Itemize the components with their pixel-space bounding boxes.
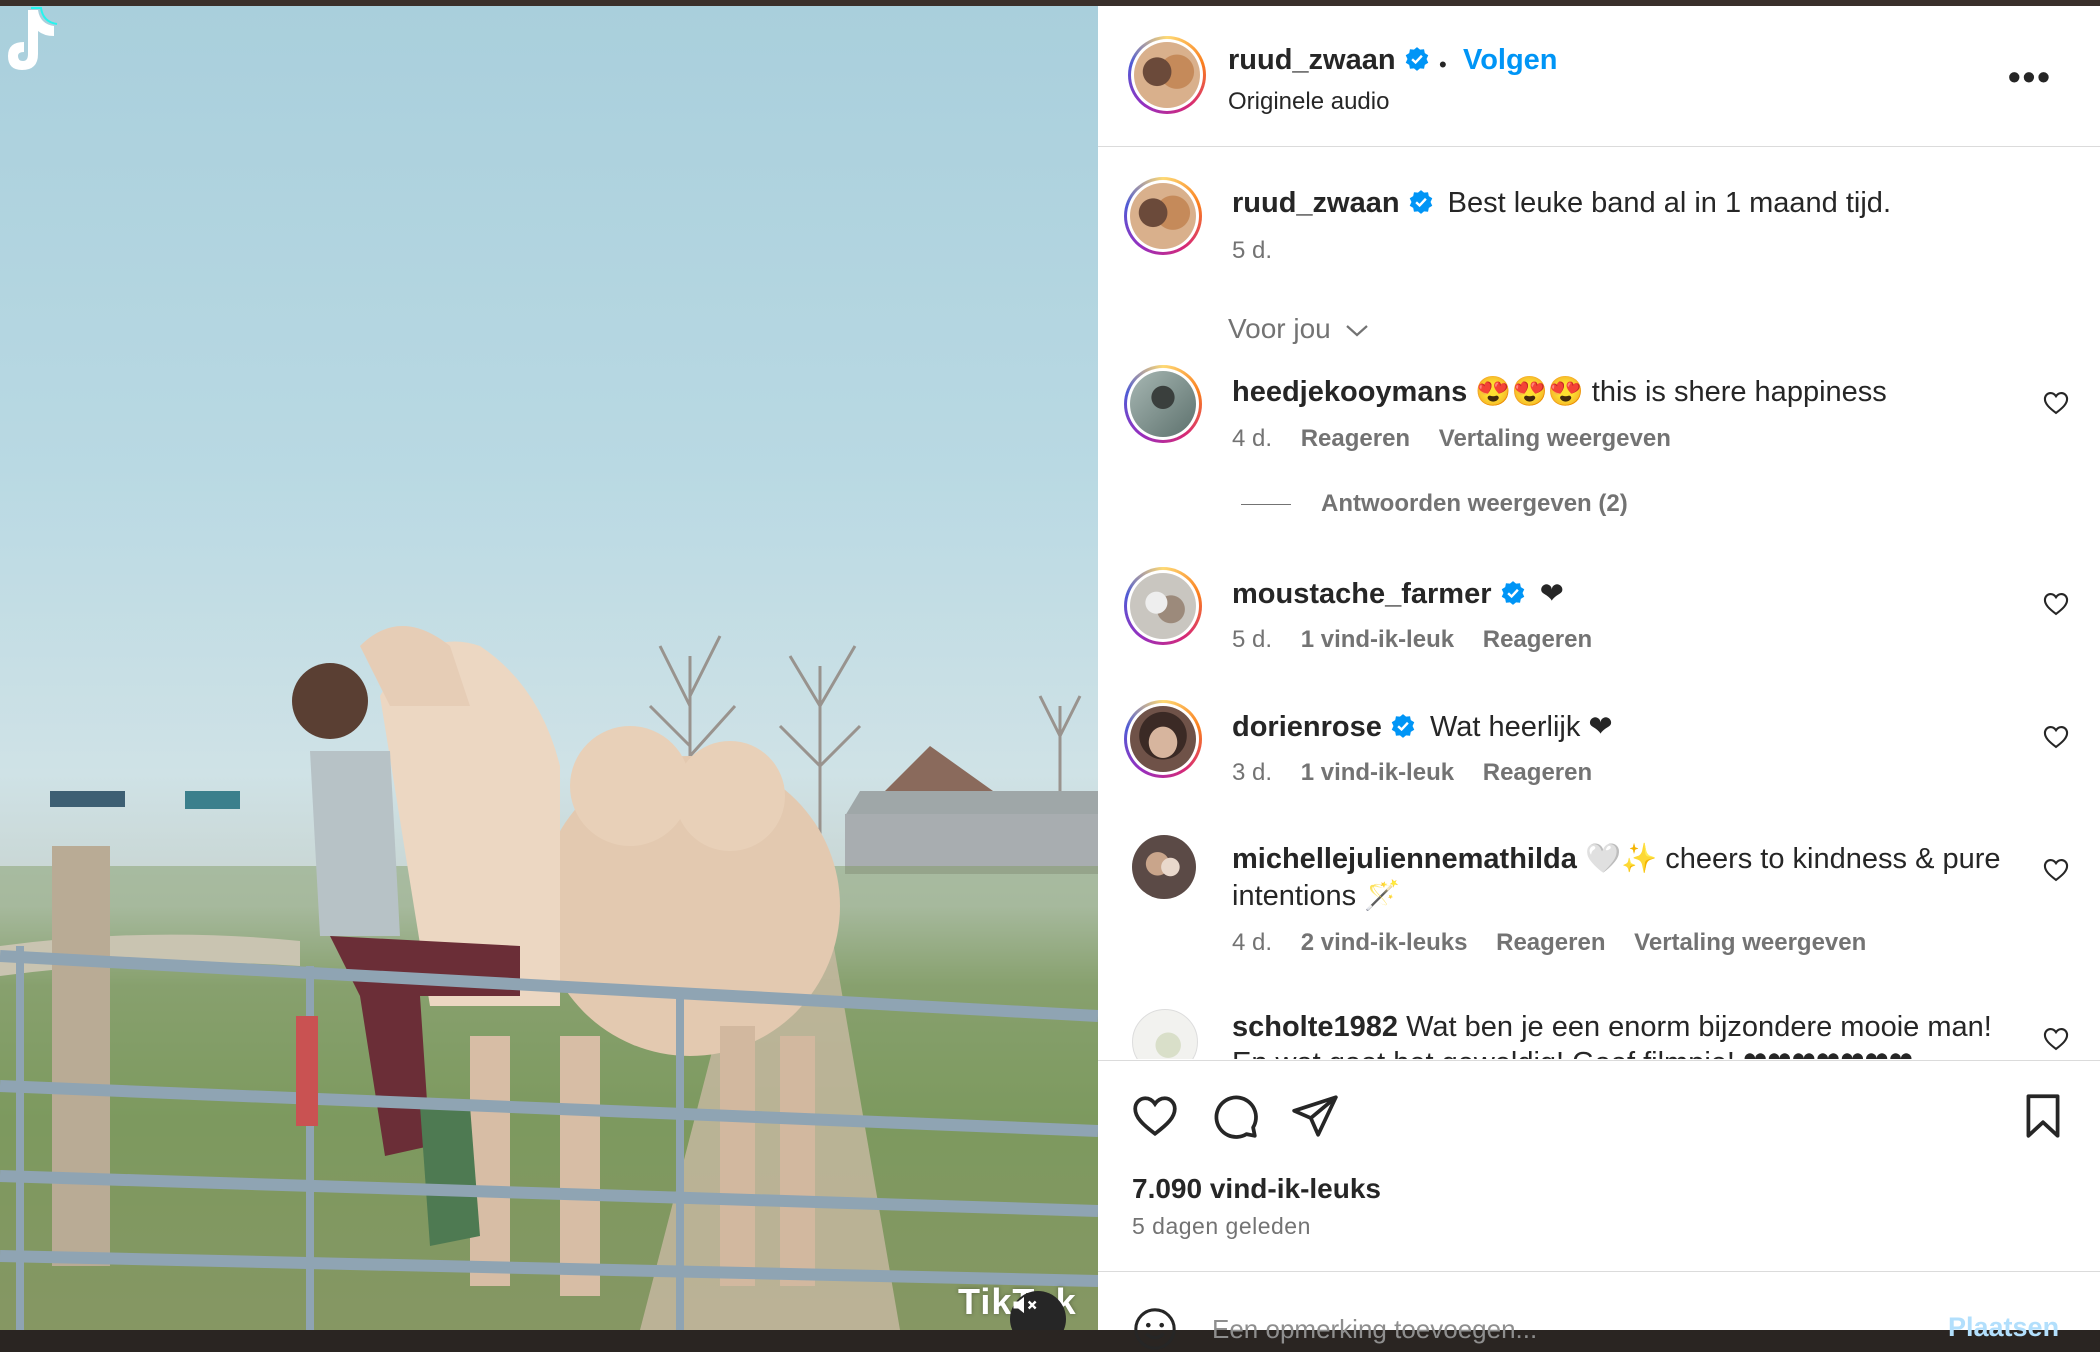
add-comment-bar: Een opmerking toevoegen... Plaatsen	[1098, 1271, 2100, 1350]
caption-time-text: 5 d.	[1232, 237, 1273, 264]
comment-username[interactable]: michellejuliennemathilda	[1232, 843, 1577, 875]
post-date: 5 dagen geleden	[1132, 1213, 1311, 1239]
comment-time: 5 d.	[1232, 626, 1273, 653]
comment-username[interactable]: heedjekooymans	[1232, 376, 1467, 408]
comment-meta: 5 d. 1 vind-ik-leuk Reageren	[1232, 626, 1614, 654]
comment-username[interactable]: moustache_farmer	[1232, 578, 1492, 610]
comment-body: ❤	[1539, 578, 1564, 610]
post-header: ruud_zwaan • Volgen Originele audio •••	[1098, 6, 2100, 147]
comment-likes-count[interactable]: 2 vind-ik-leuks	[1301, 929, 1468, 956]
comment-text: michellejuliennemathilda 🤍✨ cheers to ki…	[1232, 842, 2001, 876]
comment-text-continued: En wat gaat het geweldig! Gaaf filmpje! …	[1232, 1045, 1913, 1059]
comment-like-heart-icon[interactable]	[2042, 590, 2070, 618]
comment-body: 😍😍😍 this is shere happiness	[1475, 376, 1887, 408]
reply-button[interactable]: Reageren	[1483, 626, 1592, 653]
follow-button[interactable]: Volgen	[1463, 44, 1558, 77]
comment-time: 3 d.	[1232, 759, 1273, 786]
caption-text: ruud_zwaan Best leuke band al in 1 maand…	[1232, 187, 1891, 220]
video-frame-illustration	[0, 626, 1098, 1330]
comment-meta: 4 d. Reageren Vertaling weergeven	[1232, 425, 1693, 453]
comment-likes-count[interactable]: 1 vind-ik-leuk	[1301, 626, 1454, 653]
translate-button[interactable]: Vertaling weergeven	[1634, 929, 1866, 956]
comment-time: 4 d.	[1232, 425, 1273, 452]
emoji-picker-icon[interactable]	[1132, 1306, 1178, 1352]
tiktok-icon	[8, 7, 58, 70]
share-send-icon[interactable]	[1290, 1091, 1340, 1141]
caption-time: 5 d.	[1232, 237, 1294, 265]
more-options-button[interactable]: •••	[2008, 56, 2052, 98]
comment-filter-dropdown[interactable]: Voor jou	[1228, 313, 1369, 345]
comment-time: 4 d.	[1232, 929, 1273, 956]
comment-text: heedjekooymans 😍😍😍 this is shere happine…	[1232, 375, 1887, 409]
post-comment-button[interactable]: Plaatsen	[1948, 1312, 2059, 1343]
comment-text: dorienrose Wat heerlijk ❤	[1232, 709, 1613, 744]
comment-likes-count[interactable]: 1 vind-ik-leuk	[1301, 759, 1454, 786]
post-media-video[interactable]: TikTok	[0, 6, 1098, 1330]
comment-avatar[interactable]	[1124, 365, 1202, 443]
caption-avatar[interactable]	[1124, 177, 1202, 255]
speaker-muted-icon	[1013, 1296, 1037, 1314]
translate-button[interactable]: Vertaling weergeven	[1439, 425, 1671, 452]
comment-like-heart-icon[interactable]	[2042, 723, 2070, 751]
comment-avatar[interactable]	[1124, 567, 1202, 645]
comment-avatar[interactable]	[1124, 700, 1202, 778]
reply-button[interactable]: Reageren	[1301, 425, 1410, 452]
comment-username[interactable]: scholte1982	[1232, 1011, 1398, 1043]
verified-badge-icon	[1409, 190, 1432, 214]
comment-meta: 3 d. 1 vind-ik-leuk Reageren	[1232, 759, 1614, 787]
author-avatar[interactable]	[1128, 36, 1206, 114]
save-bookmark-icon[interactable]	[2018, 1091, 2068, 1141]
view-replies-label: Antwoorden weergeven (2)	[1321, 490, 1628, 517]
post-actions-bar: 7.090 vind-ik-leuks 5 dagen geleden	[1098, 1060, 2100, 1277]
comment-bubble-icon[interactable]	[1210, 1091, 1260, 1141]
verified-badge-icon	[1501, 581, 1524, 605]
comment-body: Wat heerlijk ❤	[1429, 711, 1613, 743]
like-heart-icon[interactable]	[1130, 1091, 1180, 1141]
audio-label[interactable]: Originele audio	[1228, 88, 1389, 116]
caption-username[interactable]: ruud_zwaan	[1232, 187, 1400, 219]
comment-body: Wat ben je een enorm bijzondere mooie ma…	[1406, 1011, 1992, 1043]
separator-dot: •	[1439, 52, 1447, 77]
post-side-panel: ruud_zwaan • Volgen Originele audio ••• …	[1098, 6, 2100, 1350]
comment-text: moustache_farmer ❤	[1232, 576, 1564, 611]
replies-divider	[1241, 504, 1291, 506]
comments-list[interactable]: ruud_zwaan Best leuke band al in 1 maand…	[1098, 147, 2100, 1059]
comment-filter-label: Voor jou	[1228, 313, 1331, 344]
verified-badge-icon	[1391, 714, 1415, 738]
comment-avatar[interactable]	[1132, 835, 1196, 899]
view-replies-button[interactable]: Antwoorden weergeven (2)	[1241, 490, 1628, 518]
chevron-down-icon	[1345, 325, 1368, 337]
author-username[interactable]: ruud_zwaan	[1228, 44, 1430, 77]
comment-body: 🤍✨ cheers to kindness & pure	[1584, 843, 2001, 875]
comment-text: scholte1982 Wat ben je een enorm bijzond…	[1232, 1011, 1992, 1044]
comment-avatar[interactable]	[1132, 1009, 1198, 1059]
reply-button[interactable]: Reageren	[1483, 759, 1592, 786]
comment-username[interactable]: dorienrose	[1232, 711, 1382, 743]
comment-like-heart-icon[interactable]	[2042, 856, 2070, 884]
caption-body: Best leuke band al in 1 maand tijd.	[1447, 187, 1891, 219]
likes-count[interactable]: 7.090 vind-ik-leuks	[1132, 1173, 1381, 1205]
comment-meta: 4 d. 2 vind-ik-leuks Reageren Vertaling …	[1232, 929, 1888, 957]
comment-like-heart-icon[interactable]	[2042, 1025, 2070, 1053]
comment-text-continued: intentions 🪄	[1232, 880, 1401, 912]
comment-like-heart-icon[interactable]	[2042, 389, 2070, 417]
verified-badge-icon	[1405, 47, 1428, 71]
reply-button[interactable]: Reageren	[1496, 929, 1605, 956]
